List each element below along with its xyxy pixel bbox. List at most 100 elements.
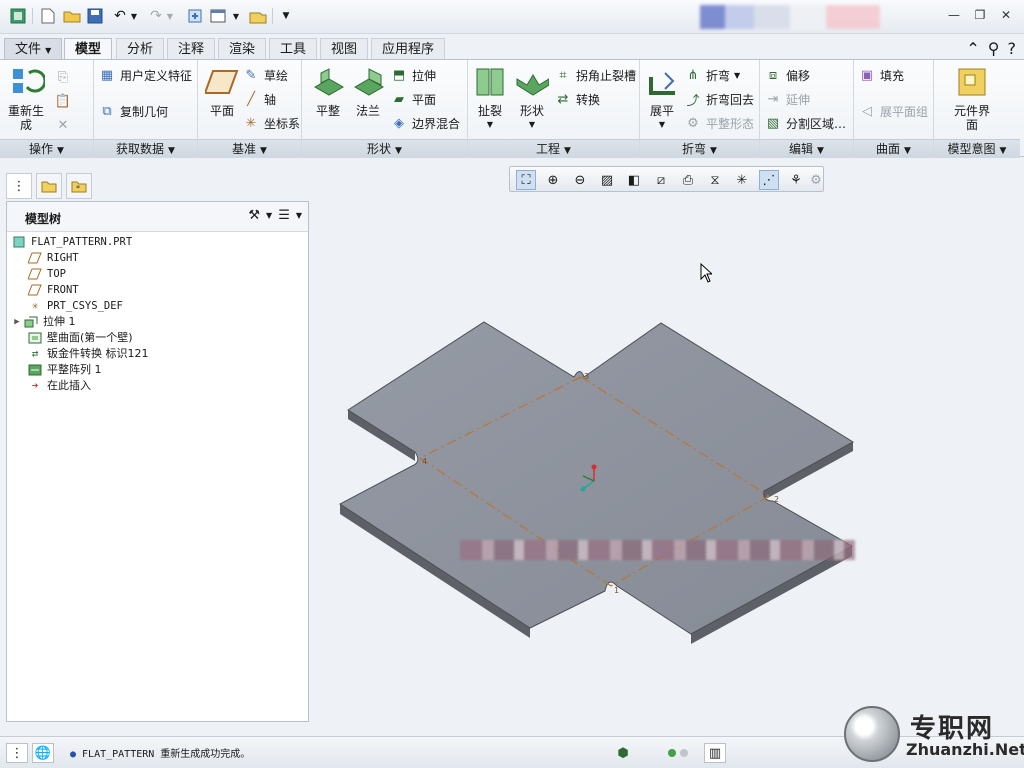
tree-item-wall[interactable]: 壁曲面(第一个壁) [11, 330, 305, 346]
rip-button[interactable]: 扯裂 ▼ [468, 64, 512, 132]
chevron-down-icon[interactable]: ▼ [266, 208, 272, 224]
model-tree-tab-icon[interactable]: ⋮ [6, 173, 32, 199]
windows-dropdown-icon[interactable]: ▼ [226, 6, 246, 26]
tab-applications[interactable]: 应用程序 [371, 38, 446, 60]
redo-dropdown-icon[interactable]: ▼ [160, 6, 180, 26]
paste-icon[interactable]: 📋 [54, 92, 72, 110]
udf-button[interactable]: ▦ 用户定义特征 [98, 66, 192, 84]
tree-item-part[interactable]: FLAT_PATTERN.PRT [11, 234, 305, 250]
extrude-button[interactable]: ⬒ 拉伸 [390, 66, 436, 84]
perspective-view-icon[interactable]: ⧖ [705, 170, 725, 190]
regenerate-button[interactable]: 重新生成 [6, 64, 50, 132]
tree-item-flat-pattern[interactable]: 平整阵列 1 [11, 362, 305, 378]
customize-quick-access-icon[interactable]: ▼ [276, 6, 296, 26]
axis-button[interactable]: ╱ 轴 [242, 90, 276, 108]
help-icon[interactable]: ? [1008, 39, 1017, 58]
flat-wall-button[interactable]: 平整 [306, 64, 350, 118]
regen-status-icon[interactable]: ⬢ [612, 743, 634, 763]
spin-center-icon[interactable]: ⚘ [786, 170, 806, 190]
search-icon[interactable]: ⚲ [988, 39, 1000, 58]
split-area-button[interactable]: ▧ 分割区域… [764, 114, 846, 132]
new-file-icon[interactable] [38, 6, 58, 26]
group-bends-footer[interactable]: 折弯 ▼ [640, 139, 759, 158]
copy-geometry-button[interactable]: ⧉ 复制几何 [98, 102, 168, 120]
display-style-icon[interactable]: ◧ [624, 170, 644, 190]
convert-button[interactable]: ⇄ 转换 [554, 90, 600, 108]
view-manager-icon[interactable]: ⎙ [678, 170, 698, 190]
boundary-blend-button[interactable]: ◈ 边界混合 [390, 114, 460, 132]
bend-lines-display-icon[interactable]: ⋰ [759, 170, 779, 190]
zoom-in-icon[interactable]: ⊕ [543, 170, 563, 190]
minimize-button[interactable]: — [946, 8, 962, 24]
chevron-down-icon: ▼ [710, 146, 717, 156]
group-engineering-footer[interactable]: 工程 ▼ [468, 139, 639, 158]
datum-plane-button[interactable]: 平面 [200, 64, 244, 118]
extend-icon: ⇥ [767, 91, 779, 107]
tree-item-csys[interactable]: ✳ PRT_CSYS_DEF [11, 298, 305, 314]
form-button[interactable]: 形状 ▼ [510, 64, 554, 132]
group-editing-footer[interactable]: 编辑 ▼ [760, 139, 853, 158]
sketch-button[interactable]: ✎ 草绘 [242, 66, 288, 84]
group-datum-footer[interactable]: 基准 ▼ [198, 139, 301, 158]
extend-button[interactable]: ⇥ 延伸 [764, 90, 810, 108]
save-icon[interactable] [85, 6, 105, 26]
graphics-window[interactable]: 4 3 2 1 [312, 196, 1024, 736]
close-button[interactable]: ✕ [998, 8, 1014, 24]
planar-button[interactable]: ▰ 平面 [390, 90, 436, 108]
tree-item-extrude[interactable]: ▶ 拉伸 1 [11, 314, 305, 330]
ribbon-tabs: 文件 ▼ 模型 分析 注释 渲染 工具 视图 应用程序 ⌃ ⚲ ? [0, 36, 1024, 60]
repaint-icon[interactable]: ▨ [597, 170, 617, 190]
toggle-browser-icon[interactable]: 🌐 [32, 743, 54, 763]
tab-analysis[interactable]: 分析 [116, 38, 165, 60]
delete-icon[interactable]: ✕ [54, 116, 72, 134]
offset-button[interactable]: ⧈ 偏移 [764, 66, 810, 84]
expand-arrow-icon[interactable]: ▶ [11, 314, 23, 330]
tree-item-convert[interactable]: ⇄ 钣金件转换 标识121 [11, 346, 305, 362]
tree-item-front[interactable]: FRONT [11, 282, 305, 298]
windows-icon[interactable] [208, 6, 228, 26]
tree-item-top[interactable]: TOP [11, 266, 305, 282]
group-surfaces-footer[interactable]: 曲面 ▼ [854, 139, 933, 158]
tree-show-icon[interactable]: ☰ [278, 208, 290, 224]
tab-view[interactable]: 视图 [320, 38, 369, 60]
selection-filter-icon[interactable]: ▥ [704, 743, 726, 763]
copy-icon[interactable]: ⎘ [54, 68, 72, 86]
saved-orientations-icon[interactable]: ⧄ [651, 170, 671, 190]
datum-display-icon[interactable]: ✳ [732, 170, 752, 190]
tab-render[interactable]: 渲染 [218, 38, 267, 60]
flat-quilt-button[interactable]: ◁ 展平面组 [858, 102, 928, 120]
restore-button[interactable]: ❐ [972, 8, 988, 24]
tab-annotate[interactable]: 注释 [167, 38, 216, 60]
regenerate-icon[interactable] [185, 6, 205, 26]
bend-button[interactable]: ⋔ 折弯 ▼ [684, 66, 741, 84]
corner-relief-button[interactable]: ⌗ 拐角止裂槽 [554, 66, 636, 84]
tab-tools[interactable]: 工具 [269, 38, 318, 60]
tab-file[interactable]: 文件 ▼ [4, 38, 63, 60]
toggle-navigator-icon[interactable]: ⋮ [6, 743, 28, 763]
bend-back-button[interactable]: ⤴ 折弯回去 [684, 90, 754, 109]
flatten-form-button[interactable]: ⚙ 平整形态 [684, 114, 754, 132]
open-folder-icon[interactable] [62, 6, 82, 26]
group-shapes-footer[interactable]: 形状 ▼ [302, 139, 467, 158]
undo-dropdown-icon[interactable]: ▼ [124, 6, 144, 26]
csys-button[interactable]: ✳ 坐标系 [242, 114, 300, 132]
favorites-tab-icon[interactable]: * [66, 173, 92, 199]
annotation-display-icon[interactable]: ⚙ [806, 170, 826, 190]
group-model-intent-footer[interactable]: 模型意图 ▼ [934, 139, 1020, 158]
zoom-out-icon[interactable]: ⊖ [570, 170, 590, 190]
collapse-ribbon-icon[interactable]: ⌃ [966, 39, 979, 58]
group-get-data-footer[interactable]: 获取数据 ▼ [94, 139, 197, 158]
component-interface-button[interactable]: 元件界面 [950, 64, 994, 132]
tree-item-insert-here[interactable]: ➔ 在此插入 [11, 378, 305, 394]
close-window-icon[interactable] [248, 6, 268, 26]
flange-button[interactable]: 法兰 [346, 64, 390, 118]
tree-settings-icon[interactable]: ⚒ [248, 208, 260, 224]
tree-item-right[interactable]: RIGHT [11, 250, 305, 266]
folder-browser-tab-icon[interactable] [36, 173, 62, 199]
unbend-button[interactable]: 展平 ▼ [640, 64, 684, 132]
chevron-down-icon[interactable]: ▼ [296, 208, 302, 224]
fill-button[interactable]: ▣ 填充 [858, 66, 904, 84]
refit-icon[interactable]: ⛶ [516, 170, 536, 190]
tab-model[interactable]: 模型 [64, 38, 113, 60]
group-operations-footer[interactable]: 操作 ▼ [0, 139, 93, 158]
